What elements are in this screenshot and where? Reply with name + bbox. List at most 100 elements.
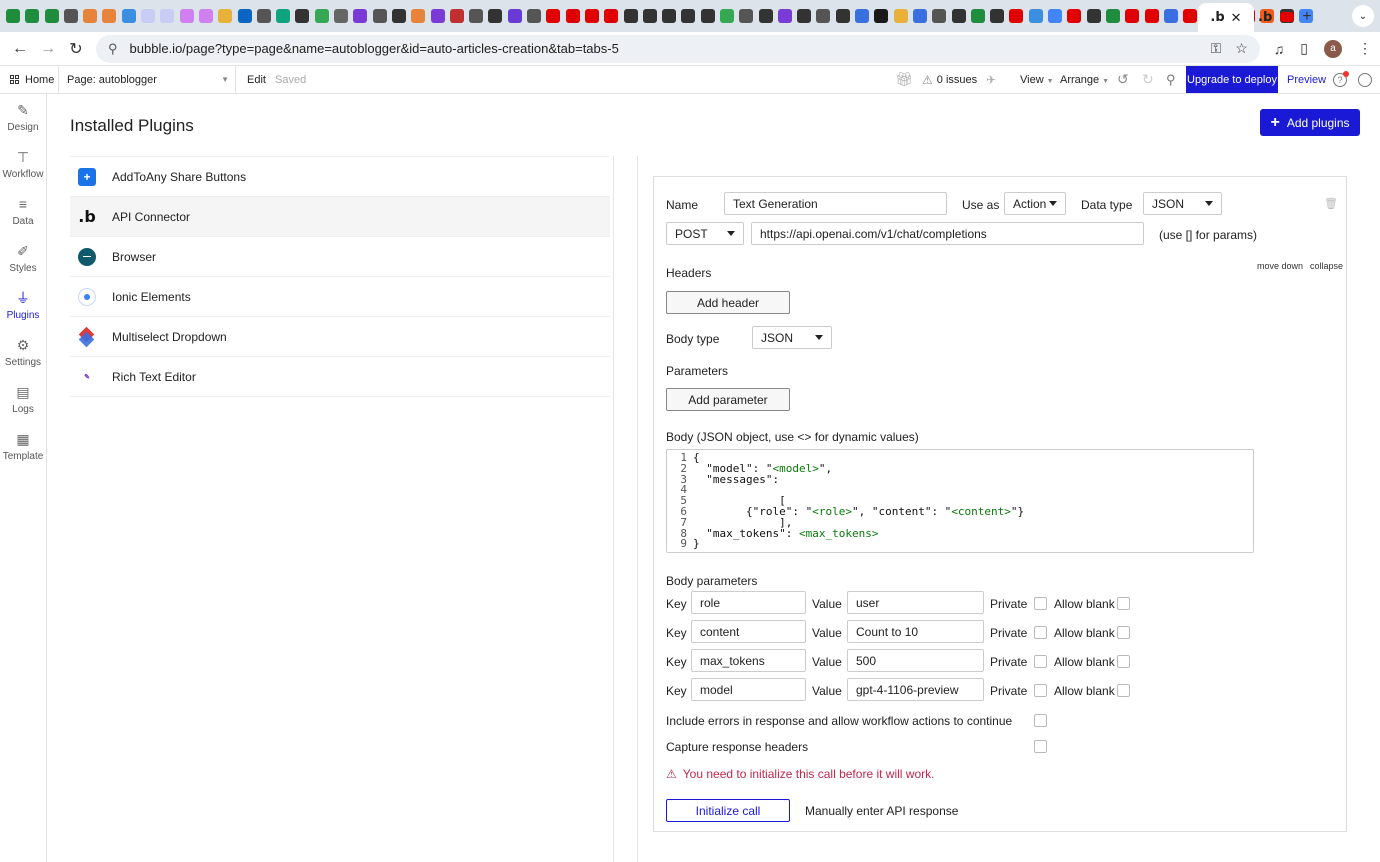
back-arrow-icon[interactable]: ← bbox=[8, 37, 32, 61]
sidebar-item-template[interactable]: ▦ Template bbox=[0, 423, 46, 470]
tab-favicon-icon[interactable] bbox=[295, 9, 310, 23]
allow-blank-checkbox[interactable] bbox=[1117, 626, 1130, 639]
star-icon[interactable]: ☆ bbox=[1235, 40, 1248, 57]
sidebar-item-settings[interactable]: ⚙ Settings bbox=[0, 329, 46, 376]
tab-favicon-icon[interactable] bbox=[430, 9, 445, 23]
tab-favicon-icon[interactable] bbox=[990, 9, 1005, 23]
kebab-menu-icon[interactable]: ⋮ bbox=[1358, 40, 1372, 57]
param-key-input[interactable]: content bbox=[691, 620, 806, 643]
user-icon[interactable] bbox=[1358, 72, 1372, 87]
capture-headers-checkbox[interactable] bbox=[1034, 740, 1047, 753]
tab-favicon-icon[interactable] bbox=[411, 9, 426, 23]
tab-favicon-icon[interactable] bbox=[797, 9, 812, 23]
manual-response-link[interactable]: Manually enter API response bbox=[805, 804, 958, 818]
tab-favicon-icon[interactable] bbox=[1086, 9, 1101, 23]
tab-favicon-icon[interactable] bbox=[565, 9, 580, 23]
private-checkbox[interactable] bbox=[1034, 655, 1047, 668]
tab-favicon-icon[interactable] bbox=[758, 9, 773, 23]
arrange-menu[interactable]: Arrange ▼ bbox=[1060, 74, 1109, 86]
tab-favicon-icon[interactable] bbox=[1163, 9, 1178, 23]
param-key-input[interactable]: model bbox=[691, 678, 806, 701]
endpoint-url-input[interactable]: https://api.openai.com/v1/chat/completio… bbox=[751, 222, 1144, 245]
search-icon[interactable]: ⚲ bbox=[1166, 72, 1176, 88]
plugin-row[interactable]: .b API Connector bbox=[70, 197, 610, 237]
allow-blank-checkbox[interactable] bbox=[1117, 597, 1130, 610]
tab-favicon-icon[interactable] bbox=[1048, 9, 1063, 23]
tab-favicon-icon[interactable] bbox=[546, 9, 561, 23]
new-tab-icon[interactable]: + bbox=[1302, 8, 1311, 26]
tab-favicon-icon[interactable] bbox=[951, 9, 966, 23]
tab-favicon-icon[interactable] bbox=[604, 9, 619, 23]
tab-favicon-icon[interactable] bbox=[835, 9, 850, 23]
tab-favicon-icon[interactable] bbox=[314, 9, 329, 23]
home-button[interactable]: Home bbox=[0, 74, 58, 86]
tab-favicon-icon[interactable] bbox=[160, 9, 175, 23]
plugin-row[interactable]: Browser bbox=[70, 237, 610, 277]
tab-favicon-icon[interactable] bbox=[6, 9, 20, 23]
media-controls-icon[interactable]: ♫ bbox=[1274, 41, 1285, 57]
tab-favicon-icon[interactable] bbox=[1067, 9, 1082, 23]
tab-close-icon[interactable]: ✕ bbox=[1231, 10, 1242, 26]
tab-favicon-icon[interactable] bbox=[932, 9, 947, 23]
help-icon[interactable]: ? bbox=[1333, 70, 1349, 87]
tab-favicon-icon[interactable] bbox=[777, 9, 792, 23]
site-settings-icon[interactable]: ⚲ bbox=[108, 41, 118, 57]
data-type-select[interactable]: JSON bbox=[1143, 192, 1222, 215]
page-selector[interactable]: Page: autoblogger ▼ bbox=[58, 66, 236, 93]
initialize-call-button[interactable]: Initialize call bbox=[666, 799, 790, 822]
tab-favicon-icon[interactable] bbox=[237, 9, 252, 23]
tab-favicon-icon[interactable] bbox=[63, 9, 78, 23]
tab-favicon-icon[interactable] bbox=[198, 9, 213, 23]
tab-favicon-icon[interactable] bbox=[893, 9, 908, 23]
tab-favicon-icon[interactable] bbox=[874, 9, 889, 23]
sidebar-item-logs[interactable]: ▤ Logs bbox=[0, 376, 46, 423]
tab-favicon-icon[interactable] bbox=[276, 9, 291, 23]
tab-favicon-icon[interactable] bbox=[507, 9, 522, 23]
param-key-input[interactable]: role bbox=[691, 591, 806, 614]
url-field[interactable]: ⚲ bubble.io/page?type=page&name=autoblog… bbox=[96, 34, 1260, 63]
tab-favicon-icon[interactable] bbox=[1144, 9, 1159, 23]
sidebar-item-styles[interactable]: ✐ Styles bbox=[0, 235, 46, 282]
sidebar-item-data[interactable]: ≡ Data bbox=[0, 188, 46, 235]
tab-favicon-icon[interactable] bbox=[353, 9, 368, 23]
tab-favicon-icon[interactable] bbox=[700, 9, 715, 23]
tab-favicon-icon[interactable] bbox=[391, 9, 406, 23]
tab-favicon-icon[interactable] bbox=[912, 9, 927, 23]
tab-favicon-icon[interactable] bbox=[449, 9, 464, 23]
upgrade-button[interactable]: Upgrade to deploy bbox=[1186, 66, 1278, 93]
param-value-input[interactable]: Count to 10 bbox=[847, 620, 984, 643]
tab-favicon-icon[interactable] bbox=[121, 9, 136, 23]
tab-favicon-icon[interactable] bbox=[527, 9, 542, 23]
include-errors-checkbox[interactable] bbox=[1034, 714, 1047, 727]
tab-favicon-icon[interactable] bbox=[25, 9, 40, 23]
preview-button[interactable]: Preview bbox=[1287, 74, 1326, 86]
plugin-row[interactable]: Ionic Elements bbox=[70, 277, 610, 317]
bubble-tab-favicon-icon[interactable]: .b bbox=[1258, 10, 1272, 25]
tab-favicon-icon[interactable] bbox=[1183, 9, 1198, 23]
reload-icon[interactable]: ↻ bbox=[64, 37, 88, 61]
param-value-input[interactable]: 500 bbox=[847, 649, 984, 672]
body-type-select[interactable]: JSON bbox=[752, 326, 832, 349]
call-name-input[interactable]: Text Generation bbox=[724, 192, 947, 215]
edit-menu[interactable]: Edit bbox=[247, 74, 266, 86]
tab-favicon-icon[interactable] bbox=[739, 9, 754, 23]
tab-search-chevron-icon[interactable]: ⌄ bbox=[1352, 5, 1374, 27]
private-checkbox[interactable] bbox=[1034, 684, 1047, 697]
trash-icon[interactable]: 🗑︎ bbox=[1324, 197, 1338, 210]
tab-favicon-icon[interactable] bbox=[855, 9, 870, 23]
key-icon[interactable]: ⚿ bbox=[1211, 40, 1222, 57]
allow-blank-checkbox[interactable] bbox=[1117, 655, 1130, 668]
sidebar-item-plugins[interactable]: ⏚ Plugins bbox=[0, 282, 46, 329]
tab-favicon-icon[interactable] bbox=[1105, 9, 1120, 23]
plugin-row[interactable]: ✎ Rich Text Editor bbox=[70, 357, 610, 397]
tab-favicon-icon[interactable] bbox=[102, 9, 117, 23]
gift-icon[interactable]: 🎁︎ bbox=[895, 71, 913, 88]
tab-favicon-icon[interactable] bbox=[218, 9, 233, 23]
tab-favicon-icon[interactable] bbox=[83, 9, 98, 23]
view-menu[interactable]: View ▼ bbox=[1020, 74, 1054, 86]
tab-favicon-icon[interactable] bbox=[469, 9, 484, 23]
tab-favicon-icon[interactable] bbox=[1028, 9, 1043, 23]
add-parameter-button[interactable]: Add parameter bbox=[666, 388, 790, 411]
sidebar-item-workflow[interactable]: ⊤ Workflow bbox=[0, 141, 46, 188]
tab-favicon-icon[interactable] bbox=[642, 9, 657, 23]
